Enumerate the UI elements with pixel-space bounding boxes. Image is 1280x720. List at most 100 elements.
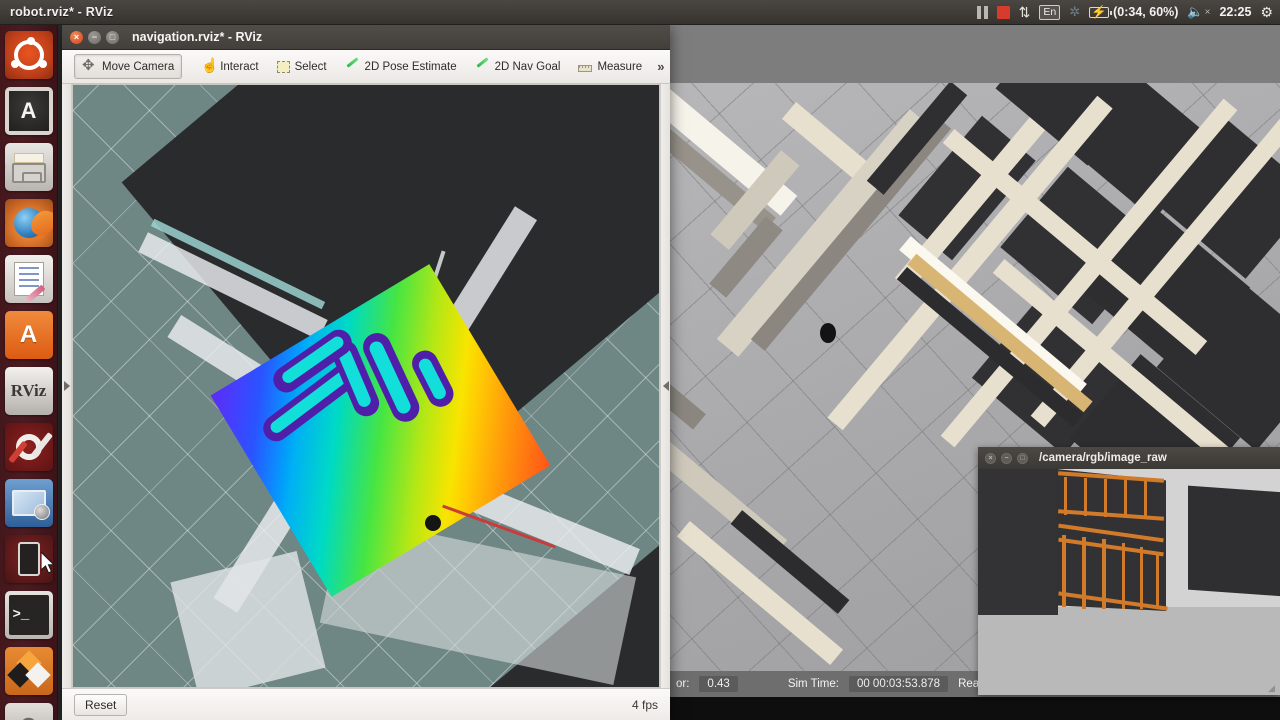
orange-cube-icon — [4, 647, 53, 695]
launcher-item-files[interactable] — [4, 143, 53, 191]
launcher-item-model-editor[interactable] — [4, 647, 53, 695]
unity-launcher[interactable]: A A RViz >_ ? — [0, 25, 58, 720]
session-gear-icon[interactable]: ⚙ — [1260, 4, 1273, 21]
tool-nav-goal-label: 2D Nav Goal — [494, 60, 561, 73]
unity-top-panel[interactable]: robot.rviz* - RViz ⇅ En ✲ ⚡ (0:34, 60%) … — [0, 0, 1280, 25]
launcher-item-writer[interactable] — [4, 255, 53, 303]
terminal-icon: >_ — [4, 591, 53, 639]
camera-floor — [978, 607, 1280, 695]
expand-right-triangle-icon[interactable] — [63, 381, 70, 391]
software-center-a-icon: A — [4, 311, 53, 359]
camera-frame-bar — [1124, 480, 1127, 518]
rviz-status-bar: Reset 4 fps — [62, 688, 670, 720]
select-marquee-icon — [276, 61, 290, 73]
amazon-a-icon: A — [4, 87, 53, 135]
text-editor-icon — [4, 255, 53, 303]
rviz-close-button[interactable]: × — [70, 30, 83, 44]
left-panel-splitter[interactable] — [62, 84, 72, 688]
launcher-item-ubuntu-dash[interactable] — [4, 31, 53, 79]
record-stop-icon[interactable] — [996, 5, 1010, 19]
camera-close-button[interactable]: × — [985, 452, 996, 464]
camera-image-canvas: ◢ — [978, 469, 1280, 695]
help-question-icon: ? — [4, 703, 53, 720]
keyboard-layout-indicator[interactable]: En — [1039, 4, 1061, 20]
launcher-item-device[interactable] — [4, 535, 53, 583]
camera-frame-bar — [1082, 537, 1086, 609]
pose-arrow-icon — [345, 59, 360, 74]
launcher-item-gazebo-viewer[interactable] — [4, 479, 53, 527]
tool-select-button[interactable]: Select — [269, 54, 335, 79]
fps-label: 4 fps — [631, 697, 658, 712]
camera-window-titlebar[interactable]: × − □ /camera/rgb/image_raw — [978, 447, 1280, 469]
tool-measure-label: Measure — [597, 60, 643, 73]
measure-ruler-icon — [578, 65, 593, 72]
robot-footprint-marker — [425, 515, 441, 531]
network-updown-icon[interactable]: ⇅ — [1019, 4, 1031, 21]
camera-frame-bar — [1102, 539, 1106, 609]
monitor-media-icon — [4, 479, 53, 527]
rviz-titlebar[interactable]: × − □ navigation.rviz* - RViz — [62, 25, 670, 50]
gear-wrench-icon — [4, 423, 53, 471]
launcher-item-software-center[interactable]: A — [4, 311, 53, 359]
launcher-item-amazon[interactable]: A — [4, 87, 53, 135]
volume-muted-icon[interactable]: 🔈 × — [1187, 4, 1210, 20]
tool-nav-goal-button[interactable]: 2D Nav Goal — [467, 54, 569, 79]
tool-interact-button[interactable]: Interact — [192, 54, 266, 79]
launcher-item-system-tools[interactable] — [4, 423, 53, 471]
rviz-window-title: navigation.rviz* - RViz — [132, 30, 263, 44]
camera-frame-bar — [1122, 543, 1125, 609]
tool-pose-estimate-button[interactable]: 2D Pose Estimate — [337, 54, 465, 79]
desktop-screen: or: 0.43 Sim Time: 00 00:03:53.878 Rea ×… — [0, 0, 1280, 720]
robot-marker — [820, 323, 836, 343]
tool-measure-button[interactable]: Measure — [570, 54, 650, 79]
resize-grip-icon[interactable]: ◢ — [1268, 683, 1279, 694]
bluetooth-icon[interactable]: ✲ — [1069, 4, 1080, 20]
camera-frame-bar — [1104, 479, 1107, 517]
clock-label[interactable]: 22:25 — [1219, 5, 1251, 19]
gazebo-sim-time-value: 00 00:03:53.878 — [848, 676, 949, 692]
tool-select-label: Select — [294, 60, 327, 73]
scene-shadow-block — [730, 510, 850, 614]
camera-minimize-button[interactable]: − — [1001, 452, 1012, 464]
camera-frame-bar — [1156, 553, 1159, 609]
ubuntu-logo-icon — [4, 31, 53, 79]
camera-maximize-button[interactable]: □ — [1017, 452, 1028, 464]
rviz-3d-view[interactable] — [72, 84, 660, 688]
expand-left-triangle-icon[interactable] — [662, 381, 669, 391]
gazebo-rtf-label: or: — [676, 678, 690, 690]
launcher-item-rviz[interactable]: RViz — [4, 367, 53, 415]
nav-goal-arrow-icon — [475, 59, 490, 74]
camera-dark-panel-right — [1188, 485, 1280, 597]
launcher-item-firefox[interactable] — [4, 199, 53, 247]
toolbar-overflow-button[interactable]: » — [652, 59, 669, 74]
battery-label: (0:34, 60%) — [1113, 5, 1179, 19]
gazebo-sim-time-label: Sim Time: — [787, 678, 839, 690]
file-manager-icon — [4, 143, 53, 191]
firefox-icon — [4, 199, 53, 247]
camera-image-window[interactable]: × − □ /camera/rgb/image_raw ◢ — [978, 447, 1280, 695]
interact-hand-icon — [200, 57, 218, 74]
launcher-item-help[interactable]: ? — [4, 703, 53, 720]
rviz-window[interactable]: × − □ navigation.rviz* - RViz Move Camer… — [62, 25, 670, 720]
system-tray[interactable]: ⇅ En ✲ ⚡ (0:34, 60%) 🔈 × 22:25 ⚙ — [976, 4, 1280, 21]
tool-move-camera-button[interactable]: Move Camera — [74, 54, 183, 79]
launcher-item-terminal[interactable]: >_ — [4, 591, 53, 639]
gazebo-toolbar[interactable] — [660, 25, 1280, 83]
pause-icon[interactable] — [976, 5, 988, 19]
move-camera-icon — [82, 56, 97, 74]
battery-icon: ⚡ — [1089, 6, 1112, 18]
battery-indicator[interactable]: ⚡ (0:34, 60%) — [1089, 5, 1178, 19]
reset-button[interactable]: Reset — [74, 693, 128, 716]
rviz-maximize-button[interactable]: □ — [106, 30, 119, 44]
panel-window-title: robot.rviz* - RViz — [10, 5, 114, 19]
rviz-minimize-button[interactable]: − — [88, 30, 101, 44]
right-panel-splitter[interactable] — [660, 84, 670, 688]
camera-frame-bar — [1140, 547, 1143, 609]
rviz-icon: RViz — [4, 367, 53, 415]
camera-frame-bar — [1084, 478, 1087, 516]
camera-dark-wall-left — [978, 469, 1058, 615]
tool-interact-label: Interact — [220, 60, 259, 73]
phone-device-icon — [4, 535, 53, 583]
gazebo-rtf-value: 0.43 — [699, 676, 738, 692]
rviz-toolbar[interactable]: Move Camera Interact Select 2D Pose Esti… — [62, 50, 670, 84]
